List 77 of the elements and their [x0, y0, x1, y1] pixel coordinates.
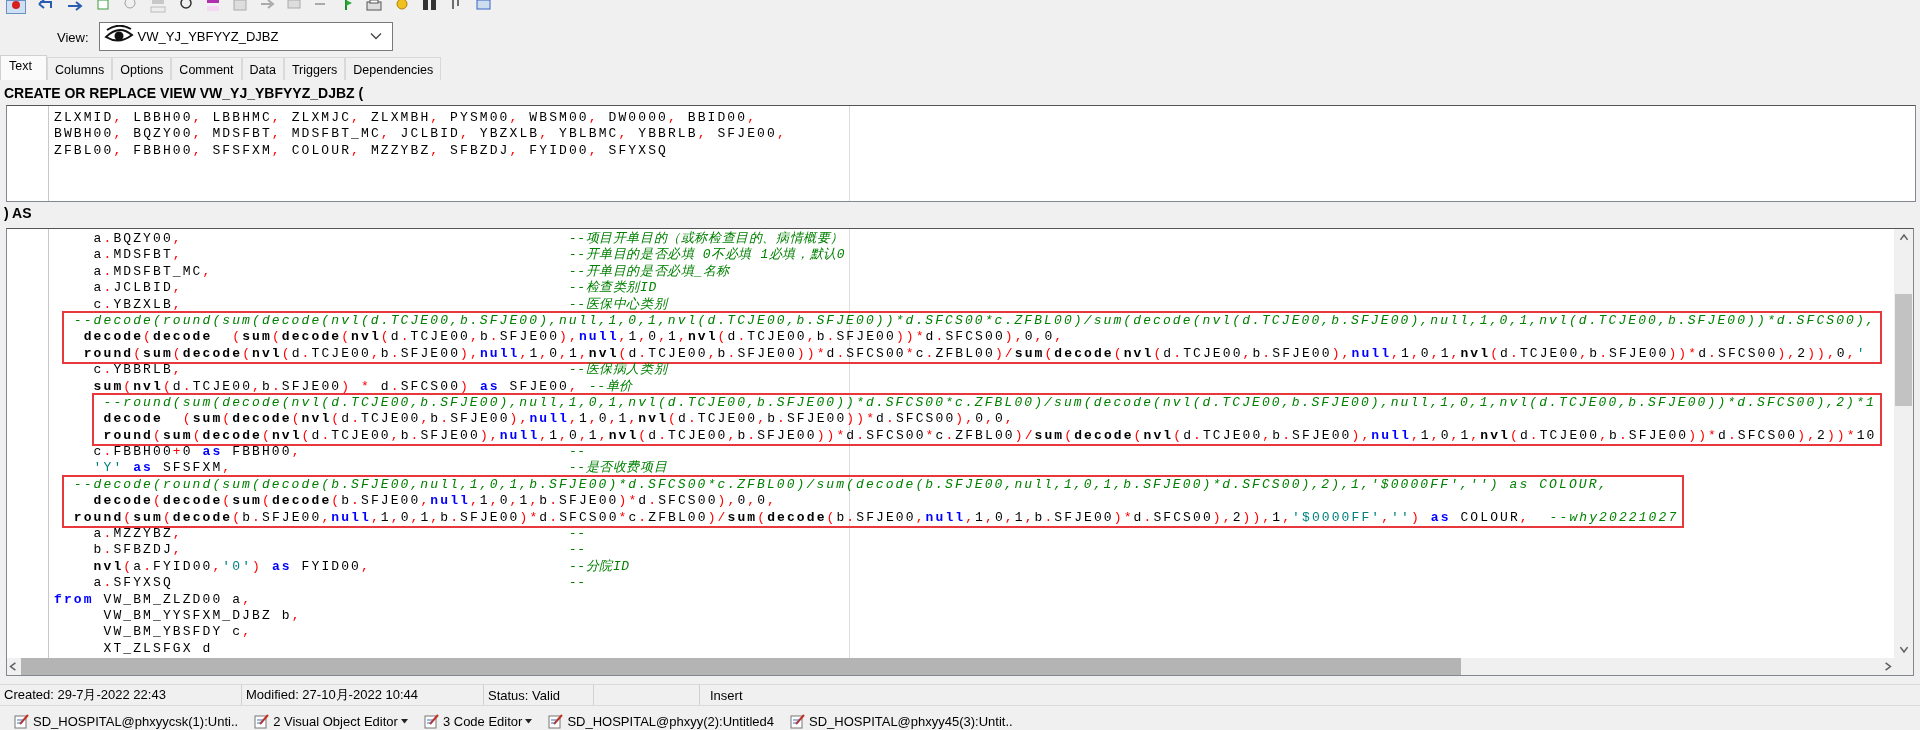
- code-comment: --分院ID: [568, 558, 630, 576]
- code-comment: --: [568, 542, 586, 559]
- code-line: a.JCLBID,: [93, 280, 183, 297]
- scrollbar-thumb[interactable]: [1895, 294, 1912, 406]
- status-text: Status: Valid: [484, 685, 594, 705]
- tab[interactable]: Options: [112, 57, 172, 80]
- horizontal-scrollbar[interactable]: [7, 658, 1894, 675]
- status-text: Modified: 27-10月-2022 10:44: [242, 685, 484, 705]
- code-line: BWBH00, BQZY00, MDSFBT, MDSFBT_MC, JCLBID, YBZXLB, YBLBMC, YBBRLB, SFJE00,: [54, 126, 787, 143]
- tab[interactable]: Data: [241, 57, 284, 80]
- vertical-scrollbar[interactable]: [1894, 229, 1913, 658]
- code-comment: --检查类别ID: [568, 280, 657, 297]
- editor-window-icon: [254, 713, 271, 729]
- code-comment: --开单目的是否必填_名称: [568, 263, 731, 280]
- code-comment: --: [568, 575, 586, 592]
- script-icon[interactable]: [205, 0, 221, 14]
- code-comment: --项目开单目的（或称检查目的、病情概要）: [568, 231, 845, 247]
- code-comment: --医保病人类别: [568, 362, 668, 379]
- column-list-editor[interactable]: [6, 105, 1916, 202]
- code-line: a.BQZY00,: [93, 231, 183, 248]
- editor-window-icon: [548, 713, 565, 729]
- tab[interactable]: Triggers: [283, 57, 346, 80]
- view-as-label: ) AS: [3, 204, 33, 223]
- tab[interactable]: Text: [0, 55, 47, 80]
- code-comment: --单价: [588, 378, 633, 395]
- code-line: ZLXMID, LBBH00, LBBHMC, ZLXMJC, ZLXMBH, PYSM00, WBSM00, DW0000, BBID00,: [54, 110, 758, 127]
- code-line: --decode(round(sum(decode(b.SFJE00,null,1,0,1,b.SFJE00)*d.SFCS00*c.ZFBL00)/sum(decode(b.SFJE00,null,1,0,1,b.SFJE00)*d.SFCS00),2),1,'$0000FF','') as COLOUR,: [73, 476, 1609, 494]
- tab[interactable]: Comment: [171, 57, 242, 80]
- chevron-down-icon: [369, 32, 382, 40]
- code-comment: --: [568, 444, 586, 461]
- code-line: from VW_BM_ZLZD00 a,: [54, 591, 253, 608]
- editor-window-icon: [790, 713, 806, 729]
- code-comment: --是否收费项目: [568, 460, 668, 477]
- code-line: round(sum(decode(nvl(d.TCJE00,b.SFJE00),null,1,0,1,nvl(d.TCJE00,b.SFJE00))*d.SFCS00*c.ZFBL00)/sum(decode(nvl(d.TCJE00,b.SFJE00),null,1,0,1,nvl(d.TCJE00,b.SFJE00))*d.SFCS00),2)),0,': [83, 345, 1867, 362]
- status-text: Created: 29-7月-2022 22:43: [0, 685, 242, 705]
- code-line: --round(sum(decode(nvl(d.TCJE00,b.SFJE00),null,1,0,1,nvl(d.TCJE00,b.SFJE00))*d.SFCS00*c.ZFBL00)/sum(decode(nvl(d.TCJE00,b.SFJE00),null,1,0,1,nvl(d.TCJE00,b.SFJE00))*d.SFCS00),2)*1: [103, 394, 1876, 412]
- code-line: nvl(a.FYID00,'0') as FYID00,: [93, 558, 371, 576]
- taskbar-button[interactable]: SD_HOSPITAL@phxyycsk(1):Unti..: [14, 712, 239, 730]
- tab[interactable]: Dependencies: [345, 57, 442, 80]
- printer-icon[interactable]: [365, 0, 383, 14]
- status-text: Insert: [709, 686, 744, 705]
- code-line: a.MDSFBT_MC,: [93, 263, 213, 281]
- code-line: decode(decode (sum(decode(nvl(d.TCJE00,b.SFJE00),null,1,0,1,nvl(d.TCJE00,b.SFJE00))*d.SFCS00),0,0,: [83, 329, 1065, 346]
- code-comment: --: [568, 526, 586, 543]
- code-line: sum(nvl(d.TCJE00,b.SFJE00) * d.SFCS00) as SFJE00,: [93, 378, 579, 395]
- taskbar-button[interactable]: SD_HOSPITAL@phxyy45(3):Untit..: [790, 712, 1013, 730]
- code-line: a.MDSFBT,: [93, 247, 183, 264]
- code-line: VW_BM_YYSFXM_DJBZ b,: [103, 608, 302, 625]
- sql-editor[interactable]: [6, 228, 1914, 676]
- code-line: a.SFYXSQ: [93, 575, 173, 592]
- taskbar-button[interactable]: 2 Visual Object Editor: [254, 712, 408, 730]
- taskbar-button[interactable]: SD_HOSPITAL@phxyy(2):Untitled4: [548, 712, 774, 730]
- view-label: View:: [57, 29, 89, 45]
- code-comment: --医保中心类别: [568, 296, 668, 313]
- code-line: decode(decode(sum(decode(b.SFJE00,null,1,0,1,b.SFJE00)*d.SFCS00),0,0,: [93, 493, 777, 510]
- code-line: ZFBL00, FBBH00, SFSFXM, COLOUR, MZZYBZ, SFBZDJ, FYID00, SFYXSQ: [54, 142, 668, 160]
- editor-window-icon: [423, 713, 440, 729]
- code-line: b.SFBZDJ,: [93, 542, 183, 559]
- code-line: c.YBZXLB,: [93, 296, 183, 313]
- taskbar-button[interactable]: 3 Code Editor: [423, 712, 533, 730]
- record-icon[interactable]: [6, 0, 26, 14]
- code-line: a.MZZYBZ,: [93, 526, 183, 543]
- code-line: VW_BM_YBSFDY c,: [103, 624, 253, 641]
- code-line: --decode(round(sum(decode(nvl(d.TCJE00,b.SFJE00),null,1,0,1,nvl(d.TCJE00,b.SFJE00))*d.SFCS00*c.ZFBL00)/sum(decode(nvl(d.TCJE00,b.SFJE00),null,1,0,1,nvl(d.TCJE00,b.SFJE00))*d.SFCS00),: [73, 312, 1876, 330]
- view-header: CREATE OR REPLACE VIEW VW_YJ_YBFYYZ_DJBZ (: [3, 84, 365, 103]
- code-line: c.YBBRLB,: [93, 362, 183, 379]
- code-line: 'Y' as SFSFXM,: [93, 460, 233, 477]
- tab[interactable]: Columns: [46, 57, 113, 80]
- view-dropdown[interactable]: VW_YJ_YBFYYZ_DJBZ: [98, 21, 393, 51]
- code-comment: --开单目的是否必填 0不必填 1必填，默认0: [568, 247, 846, 264]
- code-line: XT_ZLSFGX d: [103, 640, 213, 658]
- code-line: decode (sum(decode(nvl(d.TCJE00,b.SFJE00),null,1,0,1,nvl(d.TCJE00,b.SFJE00))*d.SFCS00),0,0,: [103, 411, 1015, 428]
- code-line: round(sum(decode(b.SFJE00,null,1,0,1,b.SFJE00)*d.SFCS00*c.ZFBL00)/sum(decode(b.SFJE00,null,1,0,1,b.SFJE00)*d.SFCS00),2)),1,'$0000FF','') as COLOUR, --why20221027: [73, 509, 1679, 527]
- code-line: c.FBBH00+0 as FBBH00,: [93, 444, 302, 461]
- editor-window-icon: [14, 713, 30, 729]
- scrollbar-thumb[interactable]: [21, 658, 1461, 675]
- code-line: round(sum(decode(nvl(d.TCJE00,b.SFJE00),null,1,0,1,nvl(d.TCJE00,b.SFJE00))*d.SFCS00*c.ZFBL00)/sum(decode(nvl(d.TCJE00,b.SFJE00),null,1,0,1,nvl(d.TCJE00,b.SFJE00))*d.SFCS00),2))*10: [103, 427, 1877, 445]
